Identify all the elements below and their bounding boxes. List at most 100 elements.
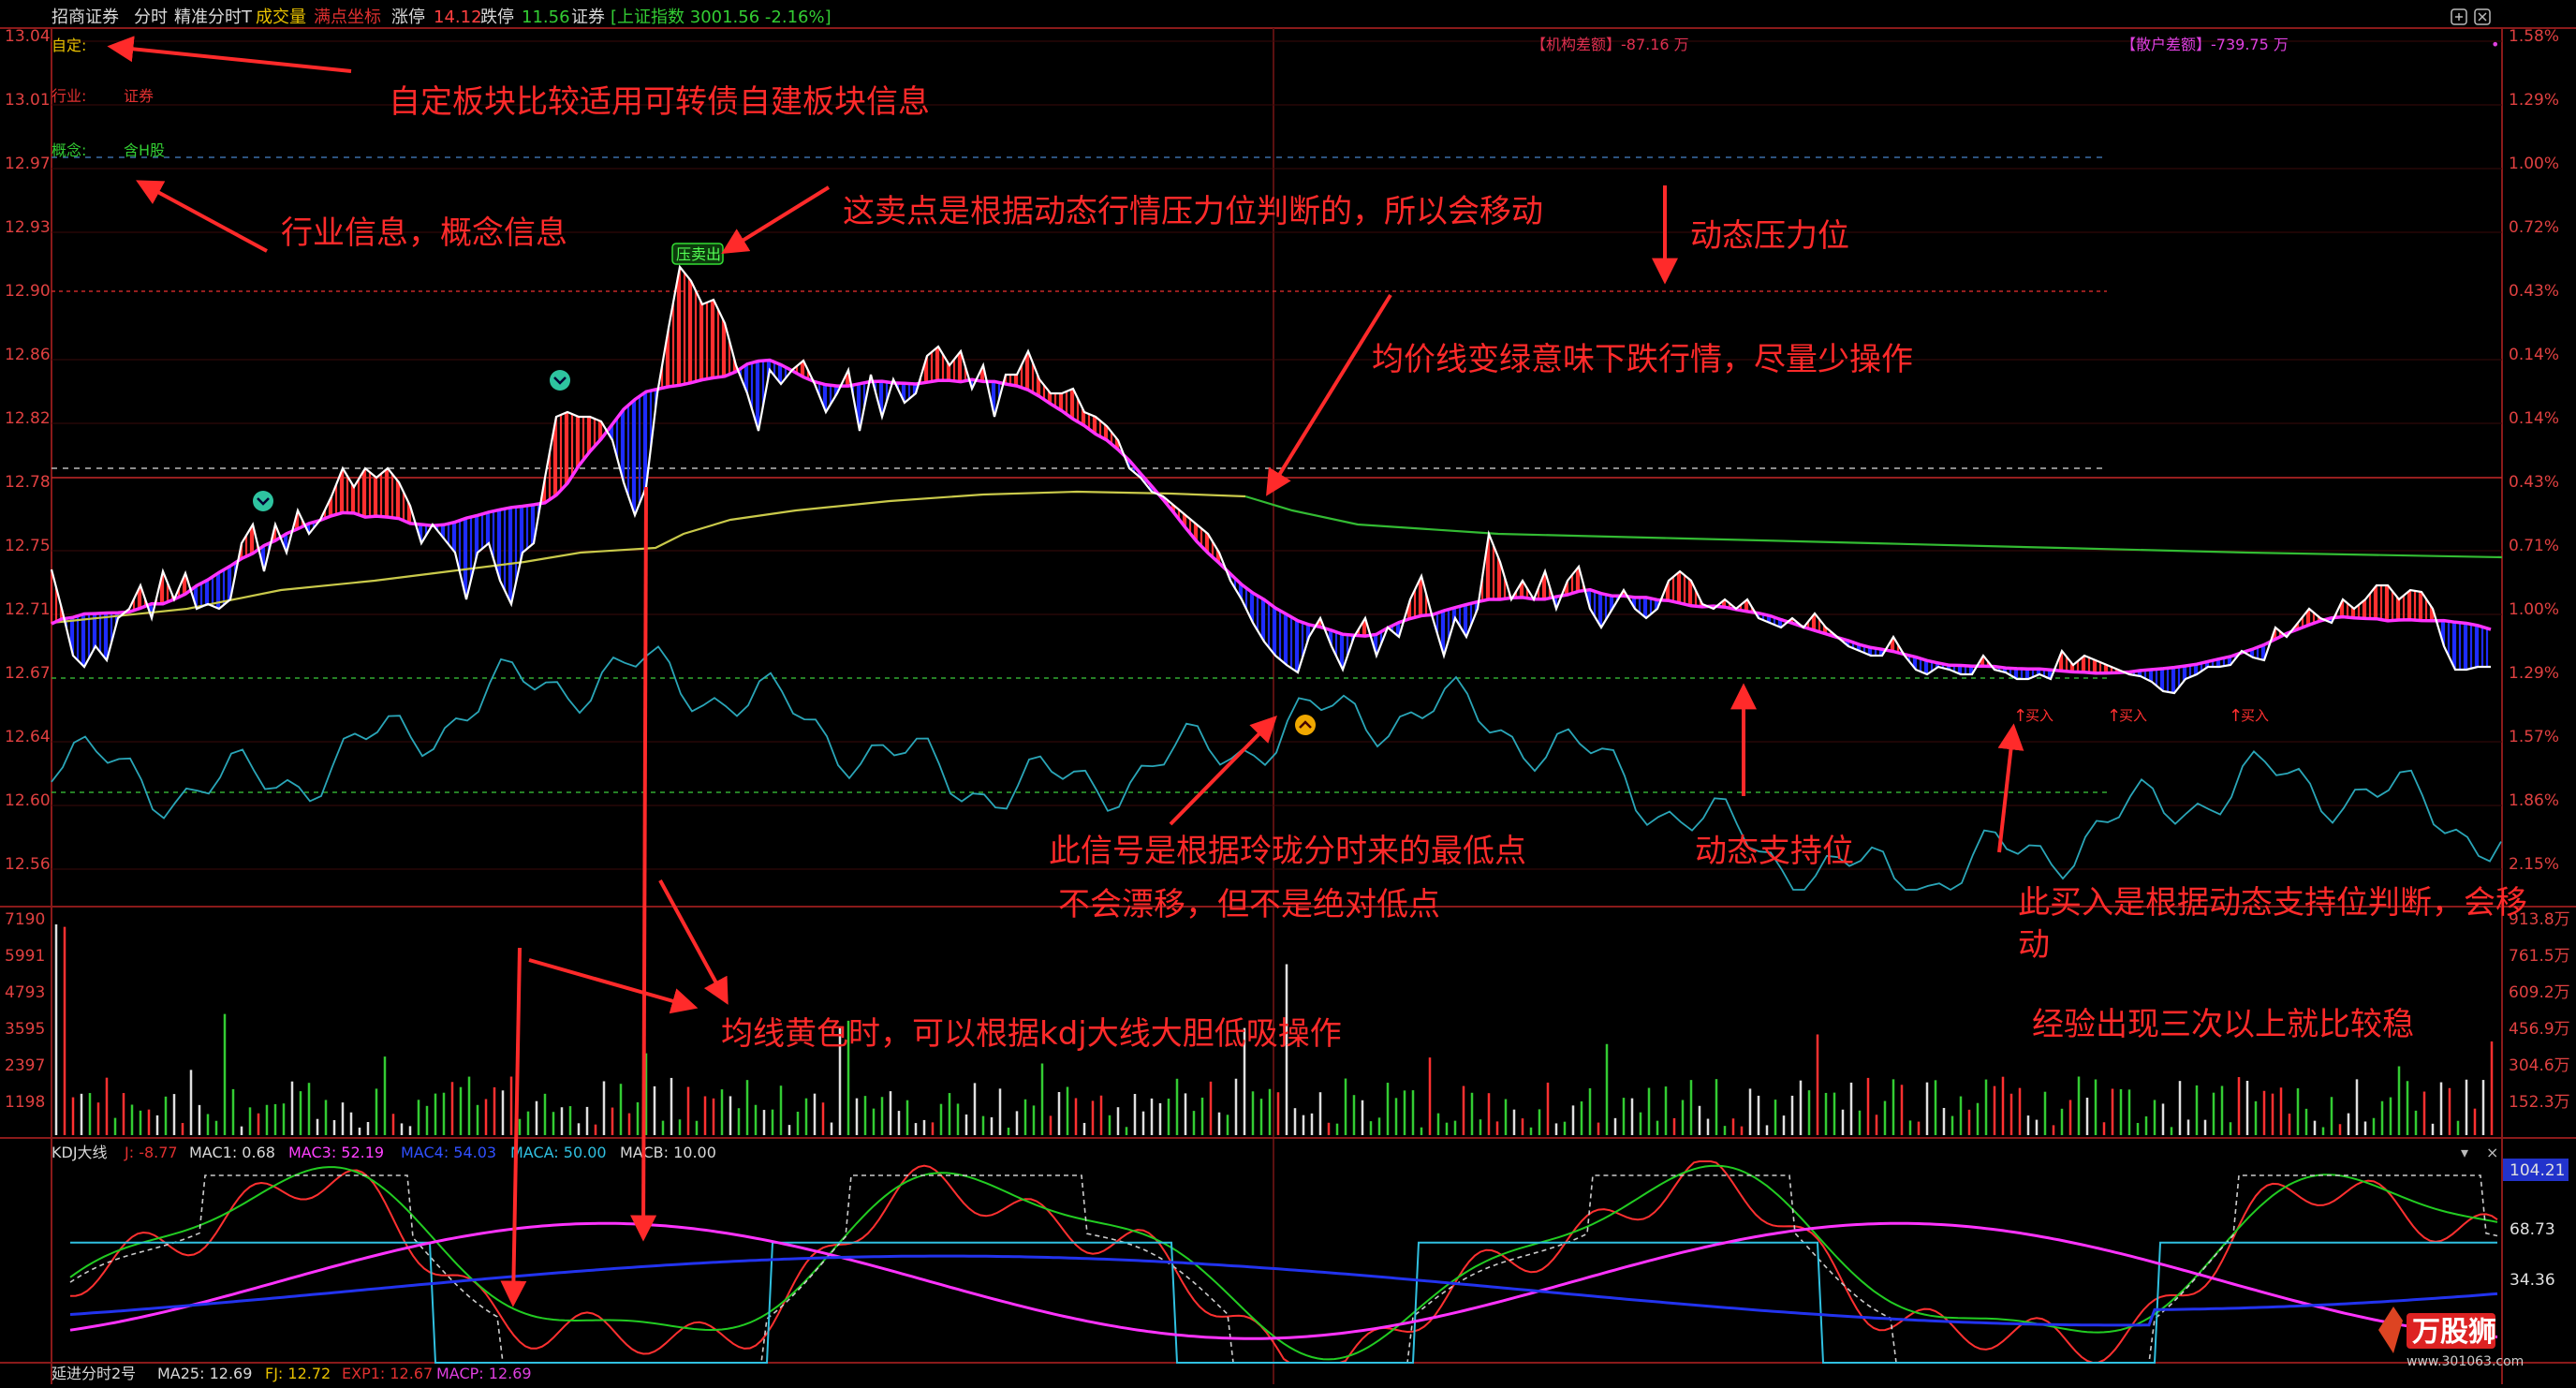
price-tick: 12.82 bbox=[5, 409, 51, 428]
tab-fenshi[interactable]: 分时 bbox=[134, 7, 168, 27]
price-tick: 13.01 bbox=[5, 91, 51, 110]
footer-legend: 延进分时2号 MA25: 12.69 FJ: 12.72 EXP1: 12.67… bbox=[52, 1365, 532, 1382]
volume-tick: 7190 bbox=[5, 910, 45, 929]
custom-label: 自定: bbox=[52, 37, 86, 54]
price-tick: 12.60 bbox=[5, 791, 51, 810]
percent-tick: 0.14% bbox=[2509, 409, 2559, 428]
kdj-tick: 68.73 bbox=[2510, 1220, 2555, 1239]
close-panel-icon[interactable]: × bbox=[2486, 1144, 2498, 1161]
index-quote[interactable]: [上证指数 3001.56 -2.16%] bbox=[611, 7, 832, 27]
annotation-no-drift: 不会漂移，但不是绝对低点 bbox=[1058, 886, 1440, 923]
price-tick: 12.93 bbox=[5, 218, 51, 237]
amount-tick: 609.2万 bbox=[2509, 983, 2570, 1002]
amount-tick: 304.6万 bbox=[2509, 1056, 2570, 1075]
buy-signal-3[interactable]: ↑ 买入 bbox=[2229, 706, 2269, 726]
percent-tick: 1.58% bbox=[2509, 27, 2559, 46]
price-tick: 12.78 bbox=[5, 473, 51, 492]
annotation-pressure-level: 动态压力位 bbox=[1690, 217, 1849, 255]
broker-name: 招商证券 bbox=[52, 7, 119, 27]
price-tick: 12.86 bbox=[5, 346, 51, 364]
kdj-macb: MACB: 10.00 bbox=[620, 1144, 716, 1161]
limit-down-value: 11.56 bbox=[522, 7, 570, 27]
kdj-mac3: MAC3: 52.19 bbox=[288, 1144, 384, 1161]
kdj-maca: MACA: 50.00 bbox=[510, 1144, 607, 1161]
kdj-mac4: MAC4: 54.03 bbox=[401, 1144, 496, 1161]
price-tick: 12.64 bbox=[5, 728, 51, 746]
buy-signal-label: 买入 bbox=[2119, 707, 2147, 724]
down-signal-icon-2[interactable] bbox=[550, 370, 570, 391]
annotation-experience: 经验出现三次以上就比较稳 bbox=[2032, 1006, 2414, 1043]
trading-chart-window: 招商证券 分时 精准分时T 成交量 满点坐标 涨停 14.12 跌停 11.56… bbox=[0, 0, 2576, 1384]
footer-fj: FJ: 12.72 bbox=[265, 1365, 331, 1382]
intraday-chart-canvas[interactable]: 招商证券 分时 精准分时T 成交量 满点坐标 涨停 14.12 跌停 11.56… bbox=[0, 0, 2576, 1384]
tab-precise-fenshi[interactable]: 精准分时T bbox=[174, 7, 253, 27]
percent-tick: 0.71% bbox=[2509, 537, 2559, 555]
buy-signal-label: 买入 bbox=[2241, 707, 2269, 724]
concept-value: 含H股 bbox=[124, 141, 165, 159]
limit-down-label: 跌停 bbox=[480, 7, 514, 27]
volume-tick: 4793 bbox=[5, 983, 45, 1002]
sector-name: 证券 bbox=[571, 7, 605, 27]
sell-signal-label: 压卖出 bbox=[676, 245, 721, 263]
percent-tick: 1.29% bbox=[2509, 91, 2559, 110]
annotation-buy-point-2: 动 bbox=[2018, 926, 2050, 964]
percent-tick: 0.72% bbox=[2509, 218, 2559, 237]
industry-value: 证券 bbox=[124, 87, 154, 105]
price-tick: 12.75 bbox=[5, 537, 51, 555]
percent-tick: 1.00% bbox=[2509, 600, 2559, 619]
percent-tick: 2.15% bbox=[2509, 855, 2559, 874]
volume-tick: 5991 bbox=[5, 947, 45, 966]
retail-flow: 【散户差额】-739.75 万 bbox=[2121, 36, 2289, 53]
up-signal-icon[interactable] bbox=[1295, 715, 1316, 735]
percent-tick: 1.86% bbox=[2509, 791, 2559, 810]
percent-tick: 1.57% bbox=[2509, 728, 2559, 746]
buy-signal-1[interactable]: ↑ 买入 bbox=[2013, 706, 2053, 726]
buy-signal-label: 买入 bbox=[2025, 707, 2053, 724]
institution-flow: 【机构差额】-87.16 万 bbox=[1531, 36, 1689, 53]
price-tick: 13.04 bbox=[5, 27, 51, 46]
amount-tick: 152.3万 bbox=[2509, 1093, 2570, 1112]
item-volume[interactable]: 成交量 bbox=[256, 7, 306, 27]
price-tick: 12.56 bbox=[5, 855, 51, 874]
amount-tick: 761.5万 bbox=[2509, 947, 2570, 966]
footer-macp: MACP: 12.69 bbox=[436, 1365, 532, 1382]
limit-up-label: 涨停 bbox=[391, 7, 425, 27]
price-tick: 12.90 bbox=[5, 282, 51, 301]
kdj-tick: 104.21 bbox=[2510, 1161, 2565, 1180]
down-signal-icon-1[interactable] bbox=[253, 491, 273, 511]
price-tick: 12.97 bbox=[5, 155, 51, 173]
logo-url: www.301063.com bbox=[2407, 1354, 2524, 1369]
annotation-kdj-buy: 均线黄色时，可以根据kdj大线大胆低吸操作 bbox=[721, 1015, 1342, 1053]
volume-tick: 1198 bbox=[5, 1093, 45, 1112]
annotation-avg-line-green: 均价线变绿意味下跌行情，尽量少操作 bbox=[1372, 341, 1913, 378]
buy-signal-2[interactable]: ↑ 买入 bbox=[2107, 706, 2147, 726]
volume-tick: 2397 bbox=[5, 1056, 45, 1075]
kdj-j: J: -8.77 bbox=[124, 1144, 178, 1161]
percent-tick: 0.43% bbox=[2509, 282, 2559, 301]
footer-ma25: MA25: 12.69 bbox=[157, 1365, 252, 1382]
volume-tick: 3595 bbox=[5, 1020, 45, 1039]
annotation-support-level: 动态支持位 bbox=[1695, 833, 1854, 870]
footer-exp1: EXP1: 12.67 bbox=[342, 1365, 433, 1382]
kdj-name: KDJ大线 bbox=[52, 1144, 108, 1161]
percent-tick: 1.29% bbox=[2509, 664, 2559, 683]
footer-name: 延进分时2号 bbox=[52, 1365, 136, 1382]
amount-tick: 456.9万 bbox=[2509, 1020, 2570, 1039]
annotation-buy-point-1: 此买入是根据动态支持位判断，会移 bbox=[2018, 884, 2527, 922]
annotation-sell-point: 这卖点是根据动态行情压力位判断的，所以会移动 bbox=[843, 193, 1543, 230]
item-full-coordinate[interactable]: 满点坐标 bbox=[314, 7, 381, 27]
annotation-industry-concept: 行业信息，概念信息 bbox=[281, 214, 567, 252]
annotation-signal-low: 此信号是根据玲珑分时来的最低点 bbox=[1049, 833, 1526, 870]
percent-tick: 0.43% bbox=[2509, 473, 2559, 492]
concept-label: 概念: bbox=[52, 141, 86, 159]
price-tick: 12.71 bbox=[5, 600, 51, 619]
kdj-mac1: MAC1: 0.68 bbox=[189, 1144, 275, 1161]
dot-marker: • bbox=[2491, 36, 2499, 53]
limit-up-value: 14.12 bbox=[434, 7, 482, 27]
percent-tick: 0.14% bbox=[2509, 346, 2559, 364]
collapse-icon[interactable]: ▾ bbox=[2461, 1144, 2468, 1161]
industry-label: 行业: bbox=[52, 87, 86, 105]
price-tick: 12.67 bbox=[5, 664, 51, 683]
annotation-custom-sector: 自定板块比较适用可转债自建板块信息 bbox=[389, 83, 930, 121]
sell-signal[interactable]: 压卖出 bbox=[671, 243, 724, 265]
